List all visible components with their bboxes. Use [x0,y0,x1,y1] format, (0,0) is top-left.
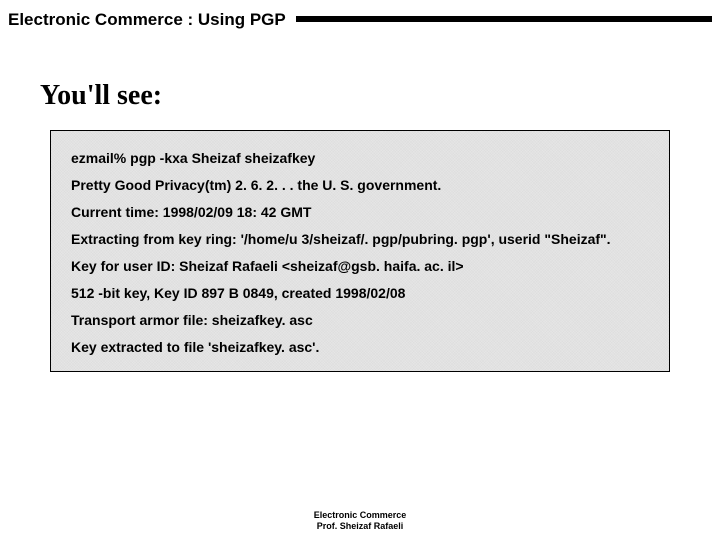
terminal-line: Current time: 1998/02/09 18: 42 GMT [71,199,653,226]
slide-footer: Electronic Commerce Prof. Sheizaf Rafael… [0,510,720,532]
slide: Electronic Commerce : Using PGP You'll s… [0,0,720,540]
terminal-line: Key for user ID: Sheizaf Rafaeli <sheiza… [71,253,653,280]
terminal-line: Extracting from key ring: '/home/u 3/she… [71,226,653,253]
terminal-line: 512 -bit key, Key ID 897 B 0849, created… [71,280,653,307]
terminal-line: Transport armor file: sheizafkey. asc [71,307,653,334]
terminal-output-box: ezmail% pgp -kxa Sheizaf sheizafkey Pret… [50,130,670,372]
terminal-line: ezmail% pgp -kxa Sheizaf sheizafkey [71,145,653,172]
footer-line2: Prof. Sheizaf Rafaeli [0,521,720,532]
header-title: Electronic Commerce : Using PGP [8,10,296,30]
terminal-line: Pretty Good Privacy(tm) 2. 6. 2. . . the… [71,172,653,199]
footer-line1: Electronic Commerce [0,510,720,521]
terminal-line: Key extracted to file 'sheizafkey. asc'. [71,334,653,361]
section-heading: You'll see: [40,80,162,112]
slide-header: Electronic Commerce : Using PGP [8,10,712,40]
